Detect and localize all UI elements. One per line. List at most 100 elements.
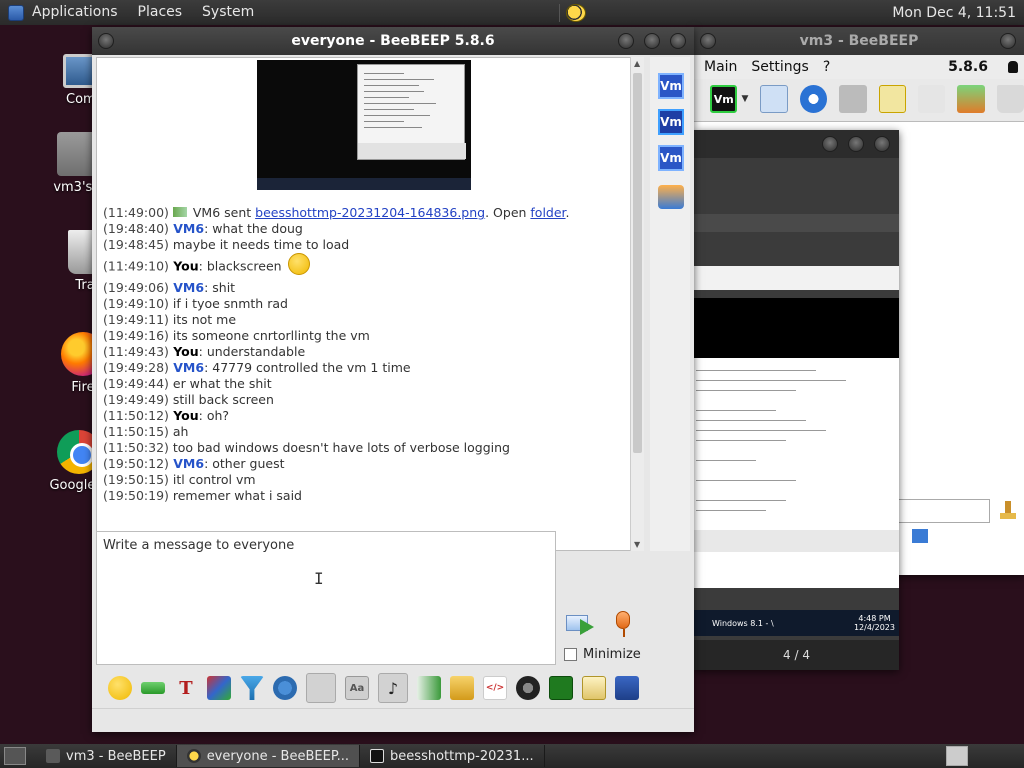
notes-icon[interactable] [582,676,606,700]
tux-icon [1008,61,1018,73]
tools-icon[interactable] [917,85,946,113]
scroll-down-icon[interactable]: ▼ [634,540,640,549]
vm3-titlebar[interactable]: vm3 - BeeBEEP [694,27,1024,55]
windows-date: 12/4/2023 [853,623,895,632]
broom-icon[interactable] [998,501,1018,519]
member-vm-badge[interactable]: Vm [658,73,684,99]
settings-gear-icon[interactable] [273,676,297,700]
vm3-window-title: vm3 - BeeBEEP [799,33,919,49]
screenshot-image[interactable]: Windows 8.1 - \ 4:48 PM 12/4/2023 [694,158,899,640]
version-label: 5.8.6 [948,59,988,75]
send-folder-icon[interactable] [450,676,474,700]
message-text: VM6 sent [188,205,256,220]
close-button[interactable] [1000,33,1016,49]
scrollbar-thumb[interactable] [633,73,642,453]
expand-down-icon[interactable] [141,682,165,694]
close-button[interactable] [874,136,890,152]
window-menu-button[interactable] [98,33,114,49]
pencil-icon[interactable] [878,85,906,113]
text-format-icon[interactable]: T [174,676,198,700]
save-chat-icon[interactable] [306,673,336,703]
message-sender: VM6 [168,456,205,471]
minimize-button[interactable] [822,136,838,152]
minimize-checkbox[interactable]: Minimize [564,647,641,662]
message-link[interactable]: beesshottmp-20231204-164836.png [255,205,485,220]
trash-icon[interactable] [996,85,1024,113]
beebeep-tray-icon[interactable] [565,3,586,22]
taskbar-item-screenshot[interactable]: beesshottmp-20231... [360,745,545,767]
minimize-label: Minimize [583,647,641,662]
viewer-titlebar[interactable] [694,130,899,158]
message-link[interactable]: folder [530,205,565,220]
message-timestamp: (11:50:12) [103,408,169,423]
screenshot-thumbnail[interactable] [257,60,471,190]
chevron-down-icon[interactable]: ▼ [741,94,748,104]
message-text: if i tyoe snmth rad [168,296,288,311]
message-text: : shit [204,280,236,295]
member-vm-badge[interactable]: Vm [658,109,684,135]
image-viewer-icon [370,749,385,763]
system-menu[interactable]: System [192,0,264,25]
send-file-icon[interactable] [912,529,928,543]
maximize-button[interactable] [644,33,660,49]
vm3-menubar: Main Settings ? 5.8.6 [694,55,1024,79]
applications-menu[interactable]: Applications [22,0,128,25]
code-tag-icon[interactable]: </> [483,676,507,700]
message-timestamp: (19:49:44) [103,376,169,391]
network-icon[interactable] [799,85,828,113]
send-message-button[interactable] [566,613,598,637]
message-timestamp: (19:50:12) [103,456,169,471]
message-timestamp: (19:49:28) [103,360,169,375]
chat-message: (19:49:44) er what the shit [103,376,272,392]
microphone-icon[interactable] [616,611,632,639]
message-timestamp: (11:49:10) [103,258,169,274]
chat-message: (19:50:19) rememer what i said [103,488,302,504]
menu-settings[interactable]: Settings [751,59,808,75]
save-icon[interactable] [615,676,639,700]
edit-profile-icon[interactable] [760,85,788,113]
font-icon[interactable]: Aa [345,676,369,700]
scroll-up-icon[interactable]: ▲ [634,59,640,68]
screenshot-viewer-window[interactable]: Windows 8.1 - \ 4:48 PM 12/4/2023 4 / 4 [694,130,899,670]
screenshot-icon[interactable] [549,676,573,700]
send-file-icon[interactable] [417,676,441,700]
message-sender: You [168,258,199,274]
vm3-search-input[interactable] [898,499,990,523]
main-titlebar[interactable]: everyone - BeeBEEP 5.8.6 [92,27,694,55]
emoji-icon[interactable] [108,676,132,700]
member-vm-badge[interactable]: Vm [658,145,684,171]
message-text: : oh? [198,408,230,423]
group-members-icon[interactable] [658,185,684,209]
windows-taskbar: Windows 8.1 - \ 4:48 PM 12/4/2023 [694,610,899,636]
windows-time: 4:48 PM [858,614,891,623]
filter-icon[interactable] [240,676,264,700]
menu-main[interactable]: Main [704,59,737,75]
windows-task-label: Windows 8.1 - \ [712,618,774,628]
file-share-icon[interactable] [839,85,867,113]
workspace-switcher[interactable] [946,746,968,766]
music-note-icon[interactable]: ♪ [378,673,408,703]
chat-messages[interactable]: (11:49:00) VM6 sent beesshottmp-20231204… [96,57,634,551]
transfer-icon[interactable] [957,85,985,113]
checkbox[interactable] [564,648,577,661]
taskbar-item-everyone[interactable]: everyone - BeeBEEP... [176,745,361,767]
everyone-chat-window[interactable]: everyone - BeeBEEP 5.8.6 (11:49:00) VM6 … [92,27,694,732]
menu-help[interactable]: ? [823,59,830,75]
maximize-button[interactable] [848,136,864,152]
webcam-icon[interactable] [516,676,540,700]
message-input[interactable]: Write a message to everyone I [96,531,556,665]
vm-status-icon[interactable]: Vm [710,85,738,113]
minimize-button[interactable] [618,33,634,49]
message-timestamp: (19:48:45) [103,237,169,252]
status-bar [92,708,694,732]
chat-scrollbar[interactable]: ▲ ▼ [630,57,644,551]
places-menu[interactable]: Places [128,0,193,25]
taskbar-item-vm3[interactable]: vm3 - BeeBEEP [36,745,177,767]
bottom-taskbar: vm3 - BeeBEEP everyone - BeeBEEP... bees… [0,744,1024,768]
window-menu-button[interactable] [700,33,716,49]
close-button[interactable] [670,33,686,49]
chat-toolbar: T Aa ♪ </> [92,670,694,706]
show-desktop-icon[interactable] [4,747,26,765]
color-picker-icon[interactable] [207,676,231,700]
panel-clock[interactable]: Mon Dec 4, 11:51 [884,5,1024,21]
